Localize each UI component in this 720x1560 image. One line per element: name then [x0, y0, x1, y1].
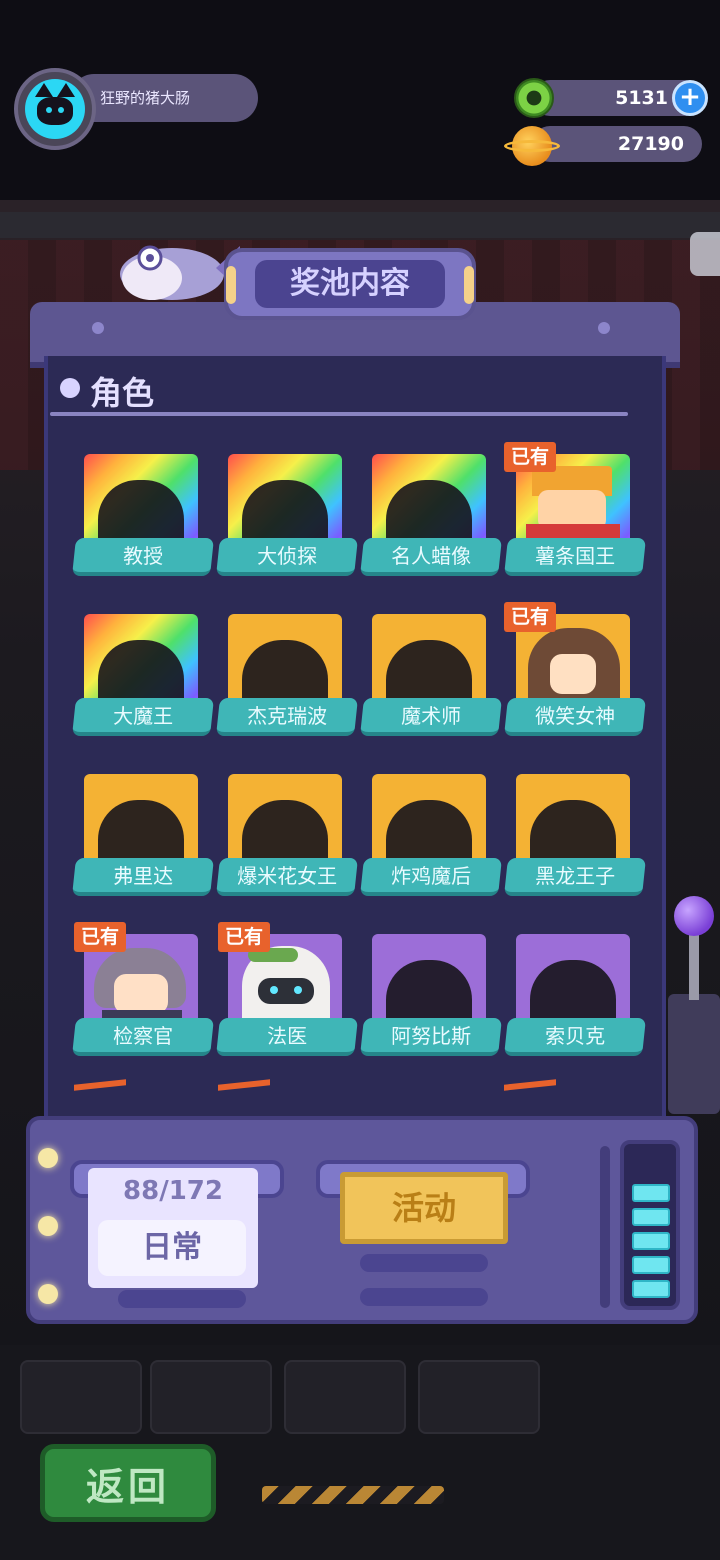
- add-currency-button[interactable]: +: [672, 80, 708, 116]
- background-slot: [20, 1360, 142, 1434]
- indicator-light: [38, 1284, 58, 1304]
- character-card[interactable]: 名人蜡像: [360, 454, 502, 584]
- background-slot: [284, 1360, 406, 1434]
- deck-groove: [360, 1254, 488, 1272]
- character-name: 检察官: [72, 1018, 214, 1056]
- character-name: 阿努比斯: [360, 1018, 502, 1056]
- player-name: 狂野的猪大肠: [70, 74, 258, 122]
- daily-mode-button[interactable]: 日常: [98, 1220, 246, 1276]
- owned-badge: 已有: [504, 442, 556, 472]
- character-card[interactable]: 检察官 已有: [72, 922, 214, 1064]
- character-card[interactable]: 弗里达: [72, 774, 214, 904]
- character-card[interactable]: 阿努比斯: [360, 934, 502, 1064]
- character-name: 索贝克: [504, 1018, 646, 1056]
- background-slot: [418, 1360, 540, 1434]
- player-avatar[interactable]: [14, 68, 96, 150]
- character-card[interactable]: 法医 已有: [216, 922, 358, 1064]
- daily-pool-ticket[interactable]: 88/172 日常: [88, 1168, 258, 1288]
- background-slot: [150, 1360, 272, 1434]
- section-divider: [50, 412, 628, 416]
- character-name: 法医: [216, 1018, 358, 1056]
- section-dot-icon: [60, 378, 80, 398]
- character-card[interactable]: 索贝克: [504, 934, 646, 1064]
- character-card[interactable]: 炸鸡魔后: [360, 774, 502, 904]
- fish-mascot-icon: [120, 245, 240, 300]
- lever-stick[interactable]: [689, 930, 699, 1000]
- donut-currency-icon: [514, 78, 554, 118]
- hazard-stripe: [262, 1486, 444, 1504]
- rivet: [92, 322, 104, 334]
- indicator-light: [38, 1216, 58, 1236]
- character-card[interactable]: 微笑女神 已有: [504, 602, 646, 744]
- character-name: 爆米花女王: [216, 858, 358, 896]
- owned-badge: 已有: [218, 922, 270, 952]
- character-name: 魔术师: [360, 698, 502, 736]
- character-card[interactable]: 魔术师: [360, 614, 502, 744]
- character-name: 炸鸡魔后: [360, 858, 502, 896]
- energy-meter: [620, 1140, 680, 1310]
- pool-title: 奖池内容: [255, 260, 445, 308]
- character-card[interactable]: 杰克瑞波: [216, 614, 358, 744]
- owned-badge: 已有: [74, 922, 126, 952]
- character-name: 大魔王: [72, 698, 214, 736]
- character-name: 弗里达: [72, 858, 214, 896]
- character-card[interactable]: 教授: [72, 454, 214, 584]
- deck-groove: [118, 1290, 246, 1308]
- character-name: 大侦探: [216, 538, 358, 576]
- indicator-light: [38, 1148, 58, 1168]
- meter-rail: [600, 1146, 610, 1308]
- section-title: 角色: [90, 374, 155, 412]
- owned-badge: 已有: [504, 602, 556, 632]
- character-name: 薯条国王: [504, 538, 646, 576]
- stage-rail: [0, 212, 720, 238]
- deck-groove: [360, 1288, 488, 1306]
- rivet: [598, 322, 610, 334]
- character-name: 黑龙王子: [504, 858, 646, 896]
- character-name: 杰克瑞波: [216, 698, 358, 736]
- side-clip-icon[interactable]: [690, 232, 720, 276]
- character-card[interactable]: 大魔王: [72, 614, 214, 744]
- character-name: 教授: [72, 538, 214, 576]
- lever-knob-icon[interactable]: [674, 896, 714, 936]
- back-button[interactable]: 返回: [40, 1444, 216, 1522]
- planet-ring-icon: [504, 140, 560, 152]
- pool-title-tab: 奖池内容: [224, 248, 476, 320]
- cat-avatar-icon: [25, 79, 85, 139]
- pool-progress: 88/172: [123, 1176, 223, 1206]
- character-card[interactable]: 薯条国王 已有: [504, 442, 646, 584]
- character-card[interactable]: 爆米花女王: [216, 774, 358, 904]
- character-card[interactable]: 大侦探: [216, 454, 358, 584]
- event-mode-button[interactable]: 活动: [340, 1172, 508, 1244]
- character-card[interactable]: 黑龙王子: [504, 774, 646, 904]
- character-name: 名人蜡像: [360, 538, 502, 576]
- character-name: 微笑女神: [504, 698, 646, 736]
- lever-base: [668, 994, 720, 1114]
